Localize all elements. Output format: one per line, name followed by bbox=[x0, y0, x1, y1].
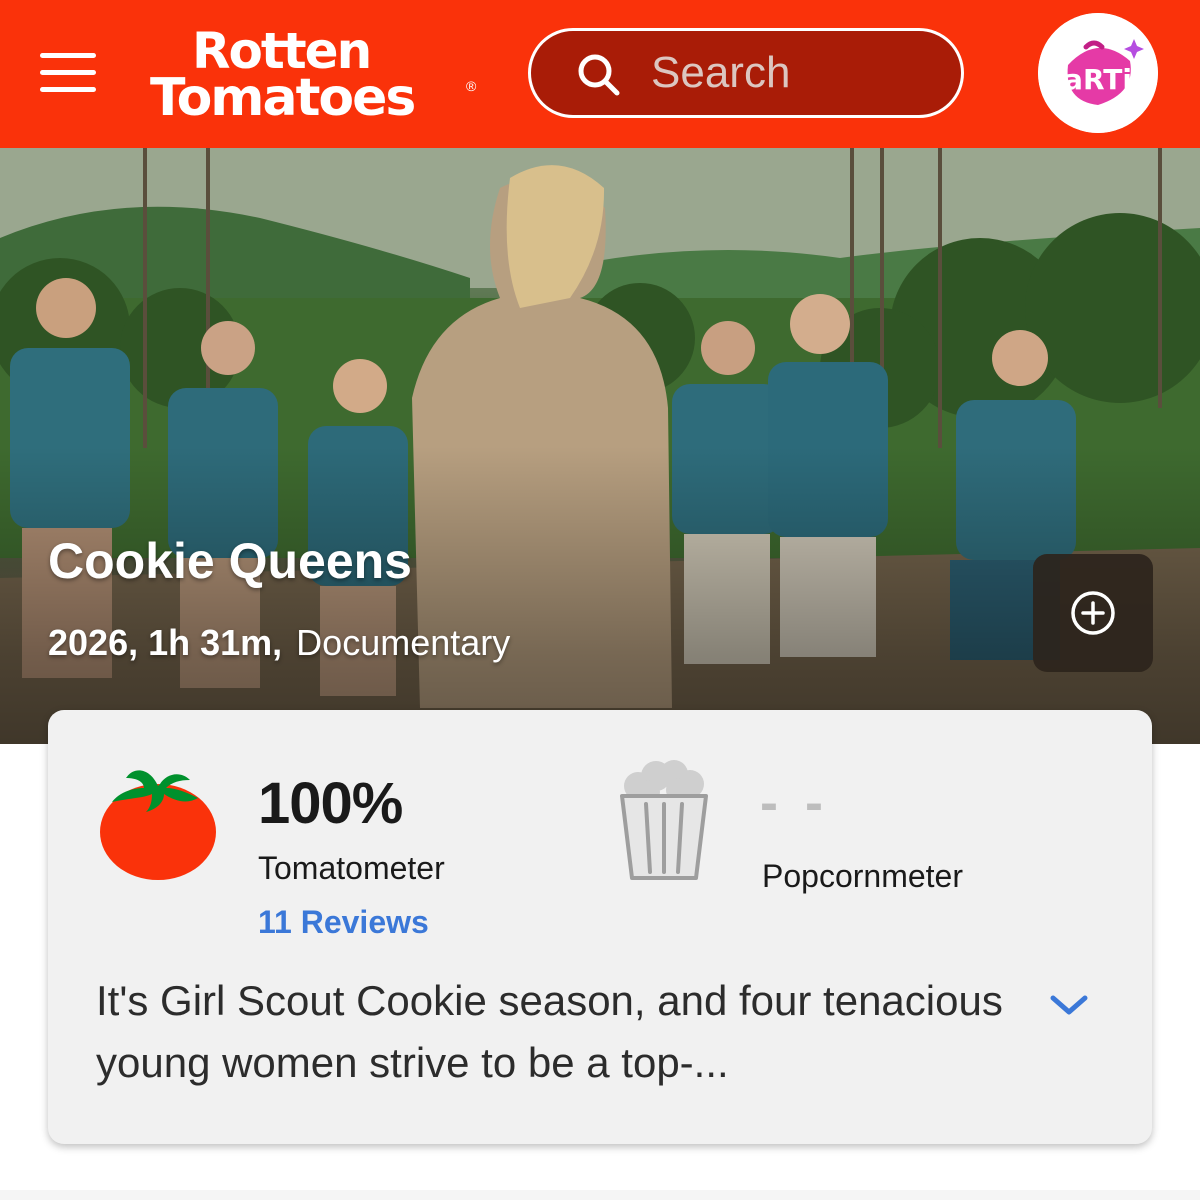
popcornmeter-score: - - bbox=[760, 773, 829, 833]
arti-logo-icon: aRTi bbox=[1038, 13, 1158, 133]
search-icon bbox=[578, 54, 620, 96]
logo-registered-mark: ® bbox=[466, 78, 477, 94]
hamburger-menu-icon[interactable] bbox=[40, 50, 96, 94]
top-header: Rotten Tomatoes ® aRTi bbox=[0, 0, 1200, 148]
score-card: 100% Tomatometer 11 Reviews - - Popcornm… bbox=[48, 710, 1152, 1144]
plus-circle-icon bbox=[1071, 591, 1115, 635]
add-to-watchlist-button[interactable] bbox=[1033, 554, 1153, 672]
avatar-text: aRTi bbox=[1064, 63, 1132, 96]
tomatometer-label: Tomatometer bbox=[258, 850, 445, 886]
popcorn-bucket-icon bbox=[620, 760, 708, 880]
movie-page: Rotten Tomatoes ® aRTi bbox=[0, 0, 1200, 1200]
genre: Documentary bbox=[296, 622, 511, 663]
logo-line-2: Tomatoes bbox=[150, 68, 416, 128]
search-box[interactable] bbox=[528, 28, 964, 118]
hero-banner: Cookie Queens 2026, 1h 31m, Documentary bbox=[0, 148, 1200, 744]
movie-meta: 2026, 1h 31m, Documentary bbox=[48, 622, 510, 664]
search-input[interactable] bbox=[651, 45, 941, 101]
movie-title: Cookie Queens bbox=[48, 533, 412, 589]
popcornmeter-label: Popcornmeter bbox=[762, 858, 963, 894]
chevron-down-icon bbox=[1050, 995, 1088, 1015]
movie-synopsis: It's Girl Scout Cookie season, and four … bbox=[96, 977, 1003, 1086]
reviews-count-link[interactable]: 11 Reviews bbox=[258, 904, 429, 941]
next-section-edge bbox=[0, 1190, 1200, 1200]
rotten-tomatoes-logo[interactable]: Rotten Tomatoes ® bbox=[148, 26, 478, 126]
fresh-tomato-icon bbox=[100, 770, 216, 880]
year-runtime: 2026, 1h 31m, bbox=[48, 622, 283, 663]
arti-avatar[interactable]: aRTi bbox=[1038, 13, 1158, 133]
expand-synopsis-button[interactable] bbox=[1046, 990, 1092, 1020]
tomatometer-score: 100% bbox=[258, 771, 403, 836]
